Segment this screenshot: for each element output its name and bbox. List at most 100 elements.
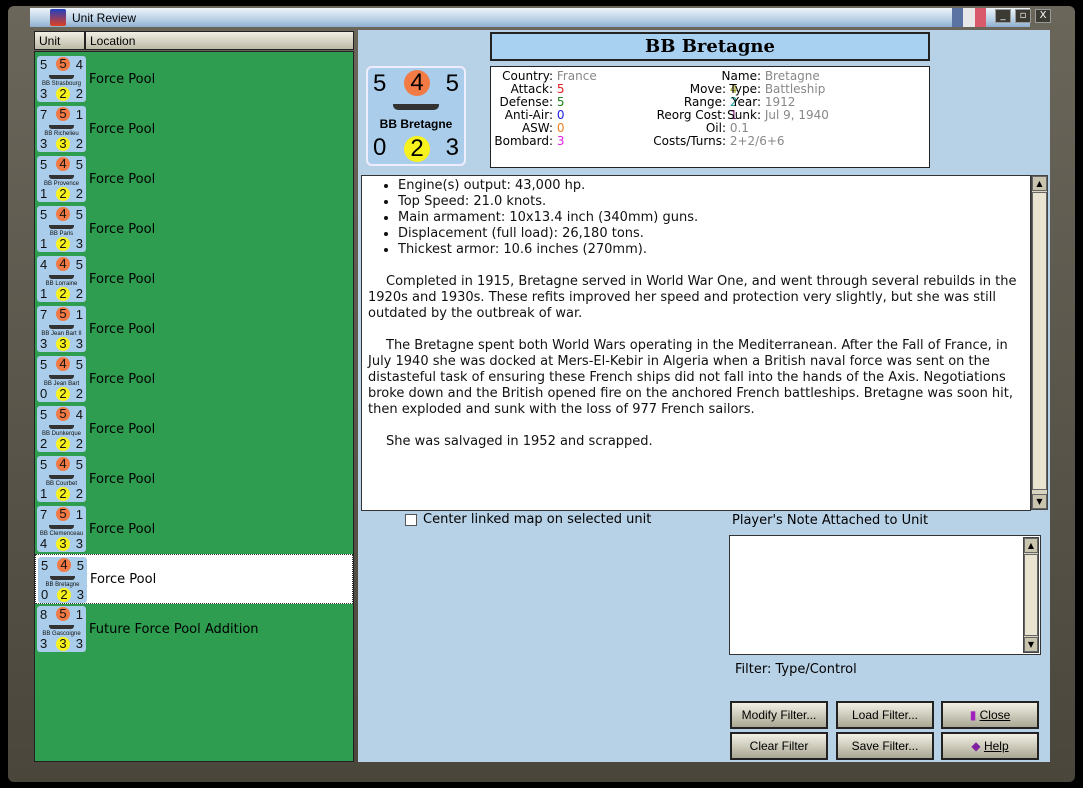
unit-row[interactable]: 5 5 4 2 2 2 BB Dunkerque Force Pool xyxy=(35,404,353,454)
counter-value: 3 xyxy=(56,137,70,151)
unit-location: Force Pool xyxy=(89,321,156,337)
counter-value: 3 xyxy=(76,587,84,602)
stat-label: Oil: xyxy=(705,121,726,135)
spec-item: Engine(s) output: 43,000 hp. xyxy=(398,178,1024,194)
scroll-thumb[interactable] xyxy=(1032,192,1047,490)
counter-value: 7 xyxy=(40,107,48,122)
unit-location: Force Pool xyxy=(89,121,156,137)
unit-name: BB Paris xyxy=(49,231,74,237)
stat-label: Anti-Air: xyxy=(504,108,553,122)
unit-name: BB Gascoigne xyxy=(42,631,81,637)
counter-value: 1 xyxy=(40,286,48,301)
scroll-up-icon[interactable]: ▲ xyxy=(1024,538,1038,553)
close-window-button[interactable]: X xyxy=(1035,9,1051,23)
clear-filter-button[interactable]: Clear Filter xyxy=(730,732,828,760)
scroll-up-icon[interactable]: ▲ xyxy=(1032,176,1047,191)
counter-value: 2 xyxy=(40,436,48,451)
unit-name: BB Strasbourg xyxy=(41,81,82,87)
checkbox-icon[interactable] xyxy=(405,513,417,526)
unit-row[interactable]: 7 5 1 3 3 3 BB Jean Bart II Force Pool xyxy=(35,304,353,354)
title-bar: Unit Review xyxy=(30,8,1030,27)
load-filter-button[interactable]: Load Filter... xyxy=(836,701,934,729)
player-note-input[interactable] xyxy=(729,535,1041,655)
counter-value: 4 xyxy=(56,357,70,371)
counter-value: 3 xyxy=(75,236,83,251)
description-scrollbar[interactable]: ▲ ▼ xyxy=(1031,175,1048,510)
column-unit[interactable]: Unit xyxy=(34,31,85,50)
unit-counter: 5 4 5 1 2 2 BB Provence xyxy=(37,156,86,202)
counter-attack: 5 xyxy=(373,70,387,97)
counter-range: 2 xyxy=(404,136,430,162)
scroll-down-icon[interactable]: ▼ xyxy=(1032,494,1047,509)
counter-value: 1 xyxy=(75,107,83,122)
unit-name: BB Courbet xyxy=(45,481,78,487)
ship-icon xyxy=(49,125,74,129)
unit-row[interactable]: 7 5 1 4 3 3 BB Clemenceau Force Pool xyxy=(35,504,353,554)
unit-counter: 4 4 5 1 2 2 BB Lorraine xyxy=(37,256,86,302)
unit-row[interactable]: 5 4 5 1 2 2 BB Provence Force Pool xyxy=(35,154,353,204)
counter-value: 2 xyxy=(75,286,83,301)
counter-strength: 4 xyxy=(404,70,430,96)
unit-row[interactable]: 5 4 5 0 2 2 BB Jean Bart Force Pool xyxy=(35,354,353,404)
unit-row[interactable]: 5 4 5 1 2 3 BB Paris Force Pool xyxy=(35,204,353,254)
unit-row[interactable]: 7 5 1 3 3 2 BB Richelieu Force Pool xyxy=(35,104,353,154)
scroll-thumb[interactable] xyxy=(1024,554,1038,636)
unit-row[interactable]: 5 4 5 0 2 3 BB Bretagne Force Pool xyxy=(35,554,353,604)
counter-value: 3 xyxy=(40,136,48,151)
scroll-down-icon[interactable]: ▼ xyxy=(1024,637,1038,652)
ship-icon xyxy=(49,425,74,429)
counter-value: 5 xyxy=(56,407,70,421)
counter-value: 2 xyxy=(75,436,83,451)
stat-value: 0 xyxy=(556,121,565,135)
unit-location: Force Pool xyxy=(90,571,157,587)
counter-value: 5 xyxy=(56,107,70,121)
counter-value: 1 xyxy=(40,186,48,201)
counter-value: 5 xyxy=(56,507,70,521)
flag-icon xyxy=(952,8,986,27)
counter-value: 5 xyxy=(41,558,49,573)
column-location[interactable]: Location xyxy=(85,31,354,50)
unit-row[interactable]: 5 5 4 3 2 2 BB Strasbourg Force Pool xyxy=(35,54,353,104)
counter-value: 5 xyxy=(40,457,48,472)
unit-counter: 5 5 4 3 2 2 BB Strasbourg xyxy=(37,56,86,102)
stat-row: Bombard: 3 xyxy=(491,134,564,148)
counter-value: 3 xyxy=(56,537,70,551)
app-icon xyxy=(50,9,66,26)
close-button[interactable]: ▮ Close xyxy=(941,701,1039,729)
counter-value: 1 xyxy=(75,307,83,322)
history-paragraph: Completed in 1915, Bretagne served in Wo… xyxy=(368,274,1017,321)
stat-value: 0 xyxy=(556,108,565,122)
help-button[interactable]: ◆ Help xyxy=(941,732,1039,760)
stat-value: 5 xyxy=(556,95,565,109)
stat-label: Country: xyxy=(502,69,553,83)
stat-row: Oil: 0.1 xyxy=(596,121,749,135)
unit-row[interactable]: 4 4 5 1 2 2 BB Lorraine Force Pool xyxy=(35,254,353,304)
stat-row: Type: Battleship xyxy=(701,82,825,96)
unit-row[interactable]: 5 4 5 1 2 2 BB Courbet Force Pool xyxy=(35,454,353,504)
counter-value: 2 xyxy=(56,187,70,201)
unit-location: Force Pool xyxy=(89,521,156,537)
minimize-button[interactable]: _ xyxy=(995,9,1011,23)
unit-row[interactable]: 8 5 1 3 3 3 BB Gascoigne Future Force Pool Addi… xyxy=(35,604,353,654)
counter-value: 5 xyxy=(75,257,83,272)
unit-stats: Country: France Attack: 5 Defense: 5 Anti-A… xyxy=(490,66,930,168)
close-icon: ▮ xyxy=(969,708,980,722)
unit-counter: 7 5 1 4 3 3 BB Clemenceau xyxy=(37,506,86,552)
modify-filter-button[interactable]: Modify Filter... xyxy=(730,701,828,729)
counter-value: 4 xyxy=(57,558,71,572)
window-title: Unit Review xyxy=(72,10,137,25)
counter-value: 2 xyxy=(75,86,83,101)
unit-name: BB Provence xyxy=(43,181,80,187)
unit-name: BB Dunkerque xyxy=(41,431,82,437)
restore-button[interactable]: ▫ xyxy=(1015,9,1031,23)
help-label: Help xyxy=(983,739,1009,753)
save-filter-button[interactable]: Save Filter... xyxy=(836,732,934,760)
unit-name: BB Bretagne xyxy=(45,582,80,588)
note-scrollbar[interactable]: ▲ ▼ xyxy=(1023,537,1039,653)
unit-location: Force Pool xyxy=(89,471,156,487)
stat-value: Bretagne xyxy=(764,69,820,83)
counter-value: 2 xyxy=(75,136,83,151)
center-map-checkbox[interactable]: Center linked map on selected unit xyxy=(405,512,651,527)
unit-list[interactable]: 5 5 4 3 2 2 BB Strasbourg Force Pool 7 5 1 3 3 2 BB Ri… xyxy=(34,51,354,762)
stat-value: 5 xyxy=(556,82,565,96)
